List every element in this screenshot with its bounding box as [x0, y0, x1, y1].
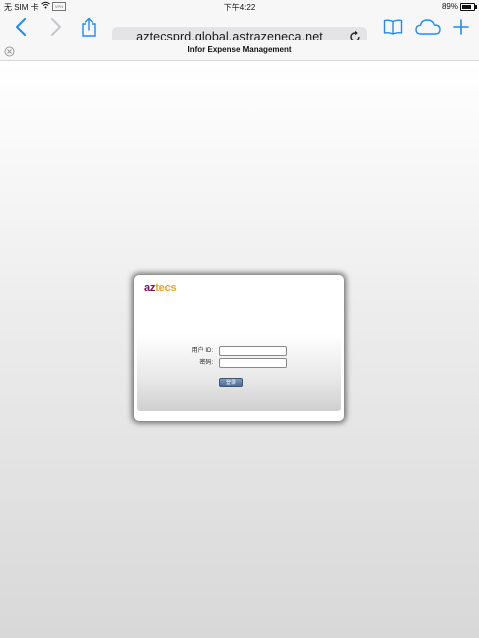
logo-part-tecs: tecs	[155, 282, 177, 294]
share-icon	[82, 17, 96, 37]
chevron-left-icon	[16, 17, 26, 36]
browser-toolbar: aztecsprd.global.astrazeneca.net	[0, 13, 479, 47]
book-icon	[383, 18, 403, 35]
logo-part-az: az	[144, 282, 156, 294]
clock: 下午4:22	[223, 3, 256, 12]
user-id-label: 用户 ID:	[191, 348, 213, 354]
tab-bar: Infor Expense Management	[0, 40, 479, 61]
user-id-input[interactable]	[219, 346, 287, 356]
login-panel-body: aztecs 用户 ID: 密码: 登录	[137, 278, 341, 411]
login-panel: aztecs 用户 ID: 密码: 登录	[134, 275, 344, 421]
web-page: aztecs 用户 ID: 密码: 登录	[0, 61, 479, 638]
chevron-right-icon	[51, 17, 61, 36]
battery-percentage: 89%	[441, 2, 458, 11]
password-label: 密码:	[199, 360, 213, 366]
plus-icon	[453, 18, 469, 35]
tab-title[interactable]: Infor Expense Management	[0, 40, 479, 60]
login-button[interactable]: 登录	[219, 378, 243, 387]
password-input[interactable]	[219, 358, 287, 368]
share-button[interactable]	[78, 13, 100, 40]
cloud-icon	[415, 18, 441, 35]
status-bar: 无 SIM 卡 VPN 下午4:22 89%	[0, 0, 479, 13]
icloud-tabs-button[interactable]	[414, 13, 442, 40]
bookmarks-button[interactable]	[381, 13, 405, 40]
forward-button[interactable]	[45, 13, 67, 40]
new-tab-button[interactable]	[450, 13, 472, 40]
user-id-row: 用户 ID:	[137, 346, 341, 356]
back-button[interactable]	[10, 13, 32, 40]
battery-icon	[460, 3, 477, 11]
password-row: 密码:	[137, 358, 341, 368]
aztecs-logo: aztecs	[144, 282, 177, 294]
